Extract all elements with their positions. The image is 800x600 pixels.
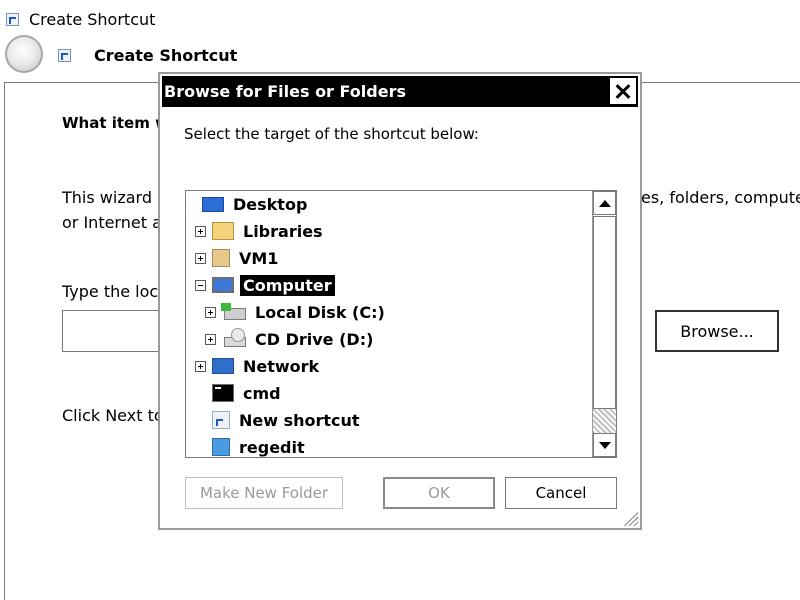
desktop-icon	[202, 196, 224, 212]
tree-item-local-disk[interactable]: Local Disk (C:)	[221, 300, 388, 324]
shortcut-icon	[6, 12, 19, 26]
expand-icon[interactable]	[195, 226, 206, 237]
wizard-header: Create Shortcut	[58, 46, 237, 65]
scroll-down-icon[interactable]	[593, 433, 616, 457]
computer-icon	[212, 277, 234, 293]
tree-item-label: Computer	[240, 274, 335, 296]
window-title: Create Shortcut	[29, 9, 156, 29]
shortcut-icon	[58, 49, 71, 62]
dialog-instruction: Select the target of the shortcut below:	[184, 125, 479, 143]
expand-icon[interactable]	[195, 361, 206, 372]
browse-dialog: Browse for Files or Folders Select the t…	[158, 72, 642, 530]
tree-item-new-shortcut[interactable]: New shortcut	[212, 408, 363, 432]
wizard-description-right: es, folders, compute	[641, 188, 800, 207]
content-border-left	[4, 82, 5, 600]
ok-button[interactable]: OK	[383, 477, 495, 509]
tree-item-label: Network	[243, 356, 320, 376]
tree-item-libraries[interactable]: Libraries	[212, 219, 326, 243]
cancel-button[interactable]: Cancel	[505, 477, 617, 509]
tree-item-label: Local Disk (C:)	[255, 302, 385, 322]
tree-item-network[interactable]: Network	[212, 354, 322, 378]
tree-item-label: Desktop	[233, 194, 308, 214]
scrollbar-track[interactable]	[593, 409, 616, 433]
cd-drive-icon	[224, 328, 246, 347]
dialog-titlebar[interactable]: Browse for Files or Folders	[162, 76, 638, 107]
back-button[interactable]	[5, 35, 43, 73]
tree-item-label: VM1	[239, 248, 279, 268]
resize-grip-icon[interactable]	[622, 510, 638, 526]
cmd-icon	[212, 384, 234, 402]
local-disk-icon	[221, 303, 246, 320]
collapse-icon[interactable]	[195, 280, 206, 291]
user-folder-icon	[212, 249, 230, 267]
regedit-icon	[212, 438, 230, 456]
wizard-prompt: What item w	[62, 114, 169, 132]
network-icon	[212, 358, 234, 374]
tree-item-label: Libraries	[243, 221, 323, 241]
window-titlebar: Create Shortcut	[6, 8, 155, 30]
wizard-title: Create Shortcut	[94, 46, 238, 65]
tree-item-label: CD Drive (D:)	[255, 329, 374, 349]
close-icon[interactable]	[610, 78, 636, 104]
shortcut-icon	[212, 411, 230, 429]
expand-icon[interactable]	[205, 307, 216, 318]
libraries-icon	[212, 222, 234, 240]
folder-tree[interactable]: Desktop Libraries VM1 Computer Local Dis…	[185, 190, 617, 458]
location-label: Type the loc	[62, 282, 159, 301]
tree-item-computer[interactable]: Computer	[212, 273, 335, 297]
vertical-scrollbar[interactable]	[592, 191, 616, 457]
expand-icon[interactable]	[195, 253, 206, 264]
scrollbar-thumb[interactable]	[593, 216, 616, 409]
wizard-description-line2: or Internet a	[62, 213, 162, 232]
tree-item-cd-drive[interactable]: CD Drive (D:)	[224, 327, 376, 351]
tree-item-desktop[interactable]: Desktop	[202, 192, 310, 216]
wizard-description-line1: This wizard l	[62, 188, 162, 207]
tree-item-vm1[interactable]: VM1	[212, 246, 281, 270]
tree-item-label: New shortcut	[239, 410, 360, 430]
browse-button[interactable]: Browse...	[655, 310, 779, 352]
next-hint: Click Next to	[62, 406, 164, 425]
tree-item-cmd[interactable]: cmd	[212, 381, 284, 405]
expand-icon[interactable]	[205, 334, 216, 345]
tree-item-label: cmd	[243, 383, 281, 403]
tree-item-label: regedit	[239, 437, 305, 457]
scroll-up-icon[interactable]	[593, 191, 616, 215]
make-new-folder-button[interactable]: Make New Folder	[185, 477, 343, 509]
tree-item-regedit[interactable]: regedit	[212, 435, 308, 457]
dialog-title: Browse for Files or Folders	[164, 82, 406, 101]
